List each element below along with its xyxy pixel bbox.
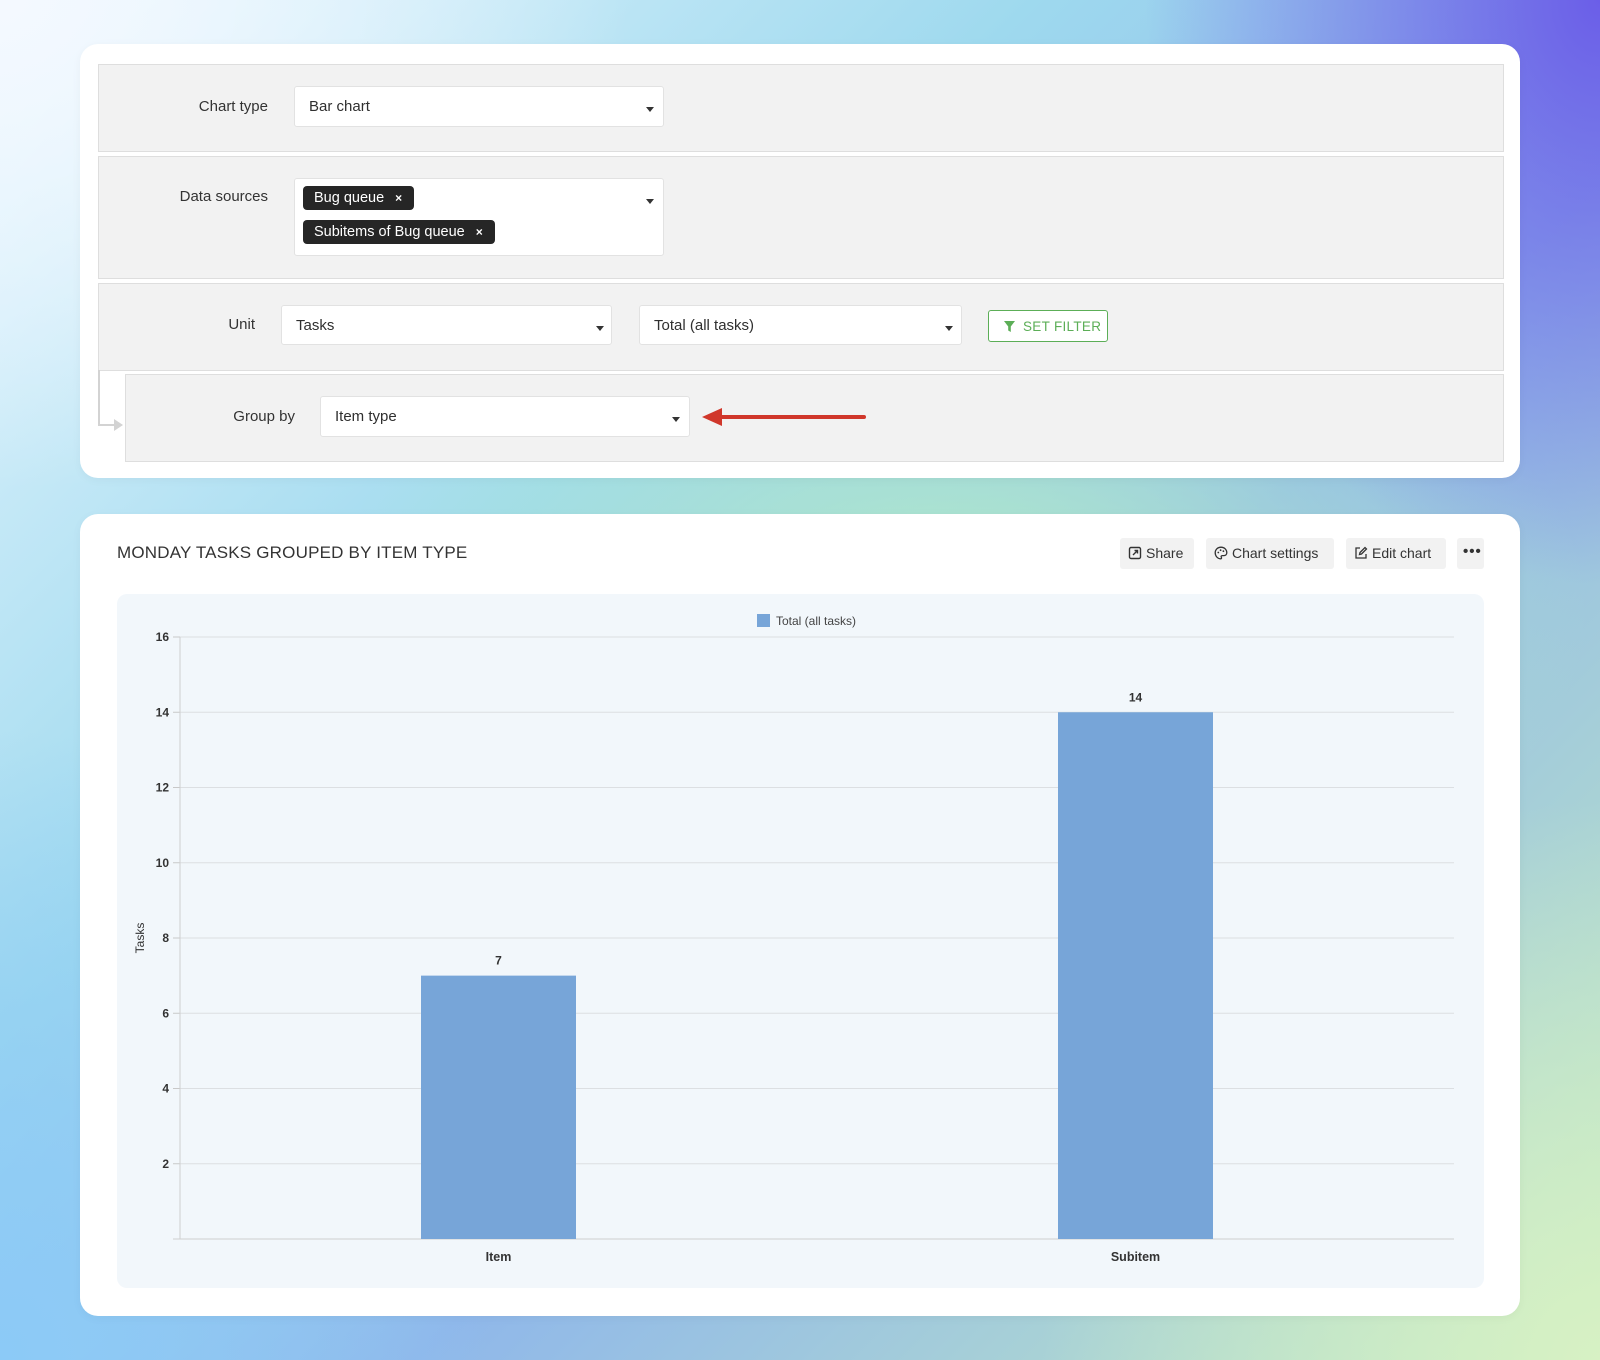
remove-tag-icon[interactable]: ×: [476, 225, 483, 239]
chart-settings-label: Chart settings: [1232, 545, 1319, 561]
data-source-tag-label: Bug queue: [314, 190, 385, 206]
bar-chart: 2 4 6 8 10 12 14 16 Tasks 7 Item 14 Subitem Total (al…: [133, 614, 1454, 1264]
data-source-tag: Bug queue ×: [303, 186, 415, 210]
data-sources-label: Data sources: [179, 188, 268, 205]
y-tick-label: 10: [156, 856, 170, 870]
x-tick-label: Subitem: [1111, 1250, 1160, 1264]
chart-type-value: Bar chart: [309, 98, 370, 115]
x-tick-label: Item: [486, 1250, 512, 1264]
bar-value-label: 14: [1129, 690, 1143, 704]
unit-value: Tasks: [296, 317, 335, 334]
data-source-tag: Subitems of Bug queue ×: [303, 220, 495, 244]
y-axis-label: Tasks: [133, 923, 147, 954]
bar: [421, 975, 576, 1239]
group-by-select[interactable]: Item type: [320, 396, 690, 437]
chevron-down-icon: [945, 326, 953, 331]
y-tick-label: 16: [156, 630, 170, 644]
y-tick-label: 14: [156, 705, 170, 719]
filter-icon: [1004, 321, 1015, 332]
share-label: Share: [1146, 545, 1184, 561]
bar: [1058, 712, 1213, 1239]
y-tick-label: 8: [162, 931, 169, 945]
y-tick-label: 2: [162, 1157, 169, 1171]
edit-icon: [1355, 546, 1368, 559]
share-button[interactable]: Share: [1120, 538, 1194, 569]
chevron-down-icon: [646, 107, 654, 112]
measure-value: Total (all tasks): [654, 317, 755, 334]
unit-select[interactable]: Tasks: [281, 305, 612, 345]
data-source-tag-label: Subitems of Bug queue: [314, 224, 465, 240]
group-by-value: Item type: [335, 408, 397, 425]
y-tick-label: 12: [156, 781, 170, 795]
chevron-down-icon[interactable]: [646, 199, 654, 204]
chart-type-label: Chart type: [198, 98, 268, 115]
set-filter-button[interactable]: SET FILTER: [988, 310, 1108, 342]
measure-select[interactable]: Total (all tasks): [639, 305, 962, 345]
set-filter-label: SET FILTER: [1023, 319, 1102, 334]
annotation-arrow-icon: [702, 408, 866, 426]
edit-chart-label: Edit chart: [1372, 545, 1432, 561]
y-tick-label: 4: [162, 1082, 169, 1096]
palette-icon: [1214, 546, 1228, 560]
group-by-label: Group by: [233, 408, 295, 425]
more-icon: •••: [1463, 543, 1482, 560]
chevron-down-icon: [672, 417, 680, 422]
edit-chart-button[interactable]: Edit chart: [1346, 538, 1446, 569]
chart-settings-button[interactable]: Chart settings: [1206, 538, 1334, 569]
remove-tag-icon[interactable]: ×: [395, 191, 402, 205]
share-icon: [1128, 546, 1142, 560]
nesting-arrow-icon: [114, 419, 123, 431]
nesting-connector: [98, 370, 100, 424]
bar-value-label: 7: [495, 954, 502, 968]
legend-label: Total (all tasks): [776, 614, 856, 628]
more-options-button[interactable]: •••: [1457, 538, 1484, 569]
chart-title: MONDAY TASKS GROUPED BY ITEM TYPE: [117, 543, 468, 562]
chart-type-select[interactable]: Bar chart: [294, 86, 664, 127]
legend-swatch: [757, 614, 770, 627]
unit-label: Unit: [228, 316, 255, 333]
y-tick-label: 6: [162, 1006, 169, 1020]
chevron-down-icon: [596, 326, 604, 331]
